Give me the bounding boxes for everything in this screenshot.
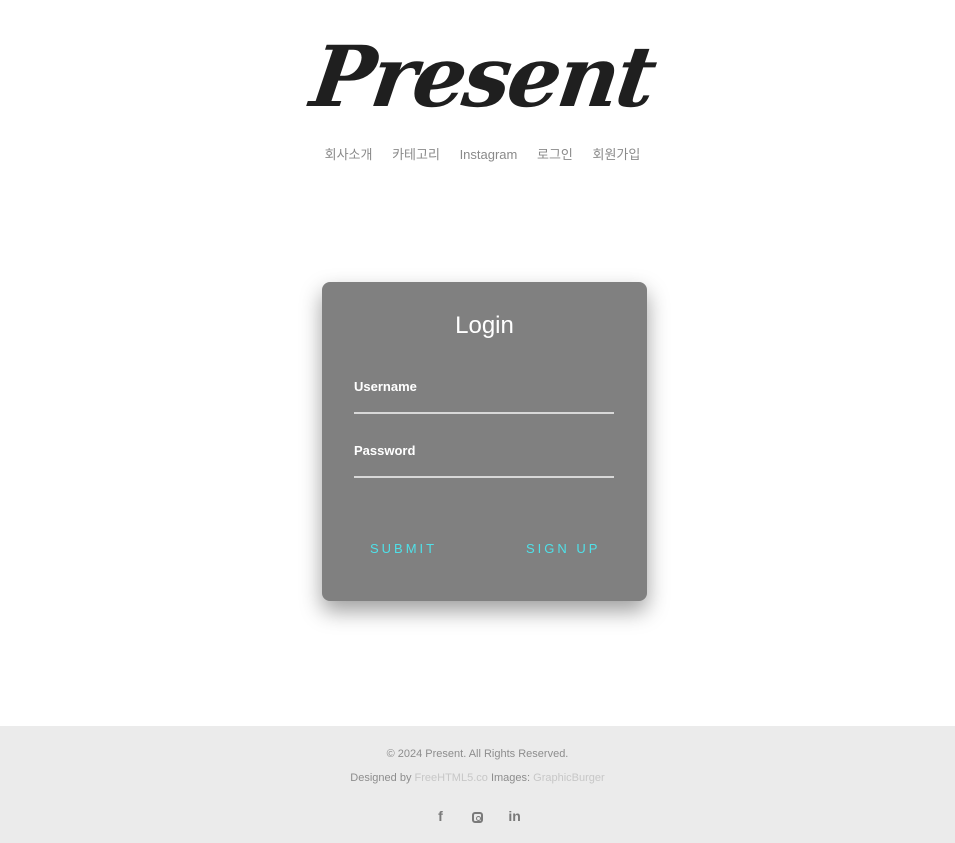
nav-item-signup[interactable]: 회원가입 bbox=[593, 147, 641, 162]
nav-item-login[interactable]: 로그인 bbox=[537, 147, 573, 162]
username-label: Username bbox=[354, 379, 417, 394]
login-card: Login Username Password SUBMIT SIGN UP bbox=[322, 282, 647, 601]
copyright-text: © 2024 Present. All Rights Reserved. bbox=[386, 748, 569, 760]
credits-line: Designed by FreeHTML5.co Images: Graphic… bbox=[0, 772, 955, 784]
designed-by-label: Designed by bbox=[350, 772, 412, 784]
signup-button[interactable]: SIGN UP bbox=[526, 541, 600, 556]
linkedin-icon[interactable]: in bbox=[507, 808, 523, 824]
images-label: Images: bbox=[490, 772, 531, 784]
username-input[interactable] bbox=[354, 398, 614, 414]
images-link[interactable]: GraphicBurger bbox=[533, 772, 605, 784]
site-logo[interactable]: Present bbox=[0, 22, 955, 132]
username-field: Username bbox=[354, 379, 614, 414]
login-title: Login bbox=[455, 312, 514, 339]
social-links: f in bbox=[0, 808, 955, 824]
facebook-icon[interactable]: f bbox=[432, 808, 448, 824]
submit-button[interactable]: SUBMIT bbox=[370, 541, 437, 556]
designer-link[interactable]: FreeHTML5.co bbox=[415, 772, 488, 784]
instagram-icon[interactable] bbox=[470, 808, 486, 824]
password-input[interactable] bbox=[354, 462, 614, 478]
password-field: Password bbox=[354, 443, 614, 478]
footer: © 2024 Present. All Rights Reserved. Des… bbox=[0, 726, 955, 843]
nav-item-company[interactable]: 회사소개 bbox=[325, 147, 373, 162]
nav-item-instagram[interactable]: Instagram bbox=[460, 147, 518, 162]
nav-item-category[interactable]: 카테고리 bbox=[392, 147, 440, 162]
main-nav: 회사소개 카테고리 Instagram 로그인 회원가입 bbox=[0, 144, 955, 163]
password-label: Password bbox=[354, 443, 416, 458]
